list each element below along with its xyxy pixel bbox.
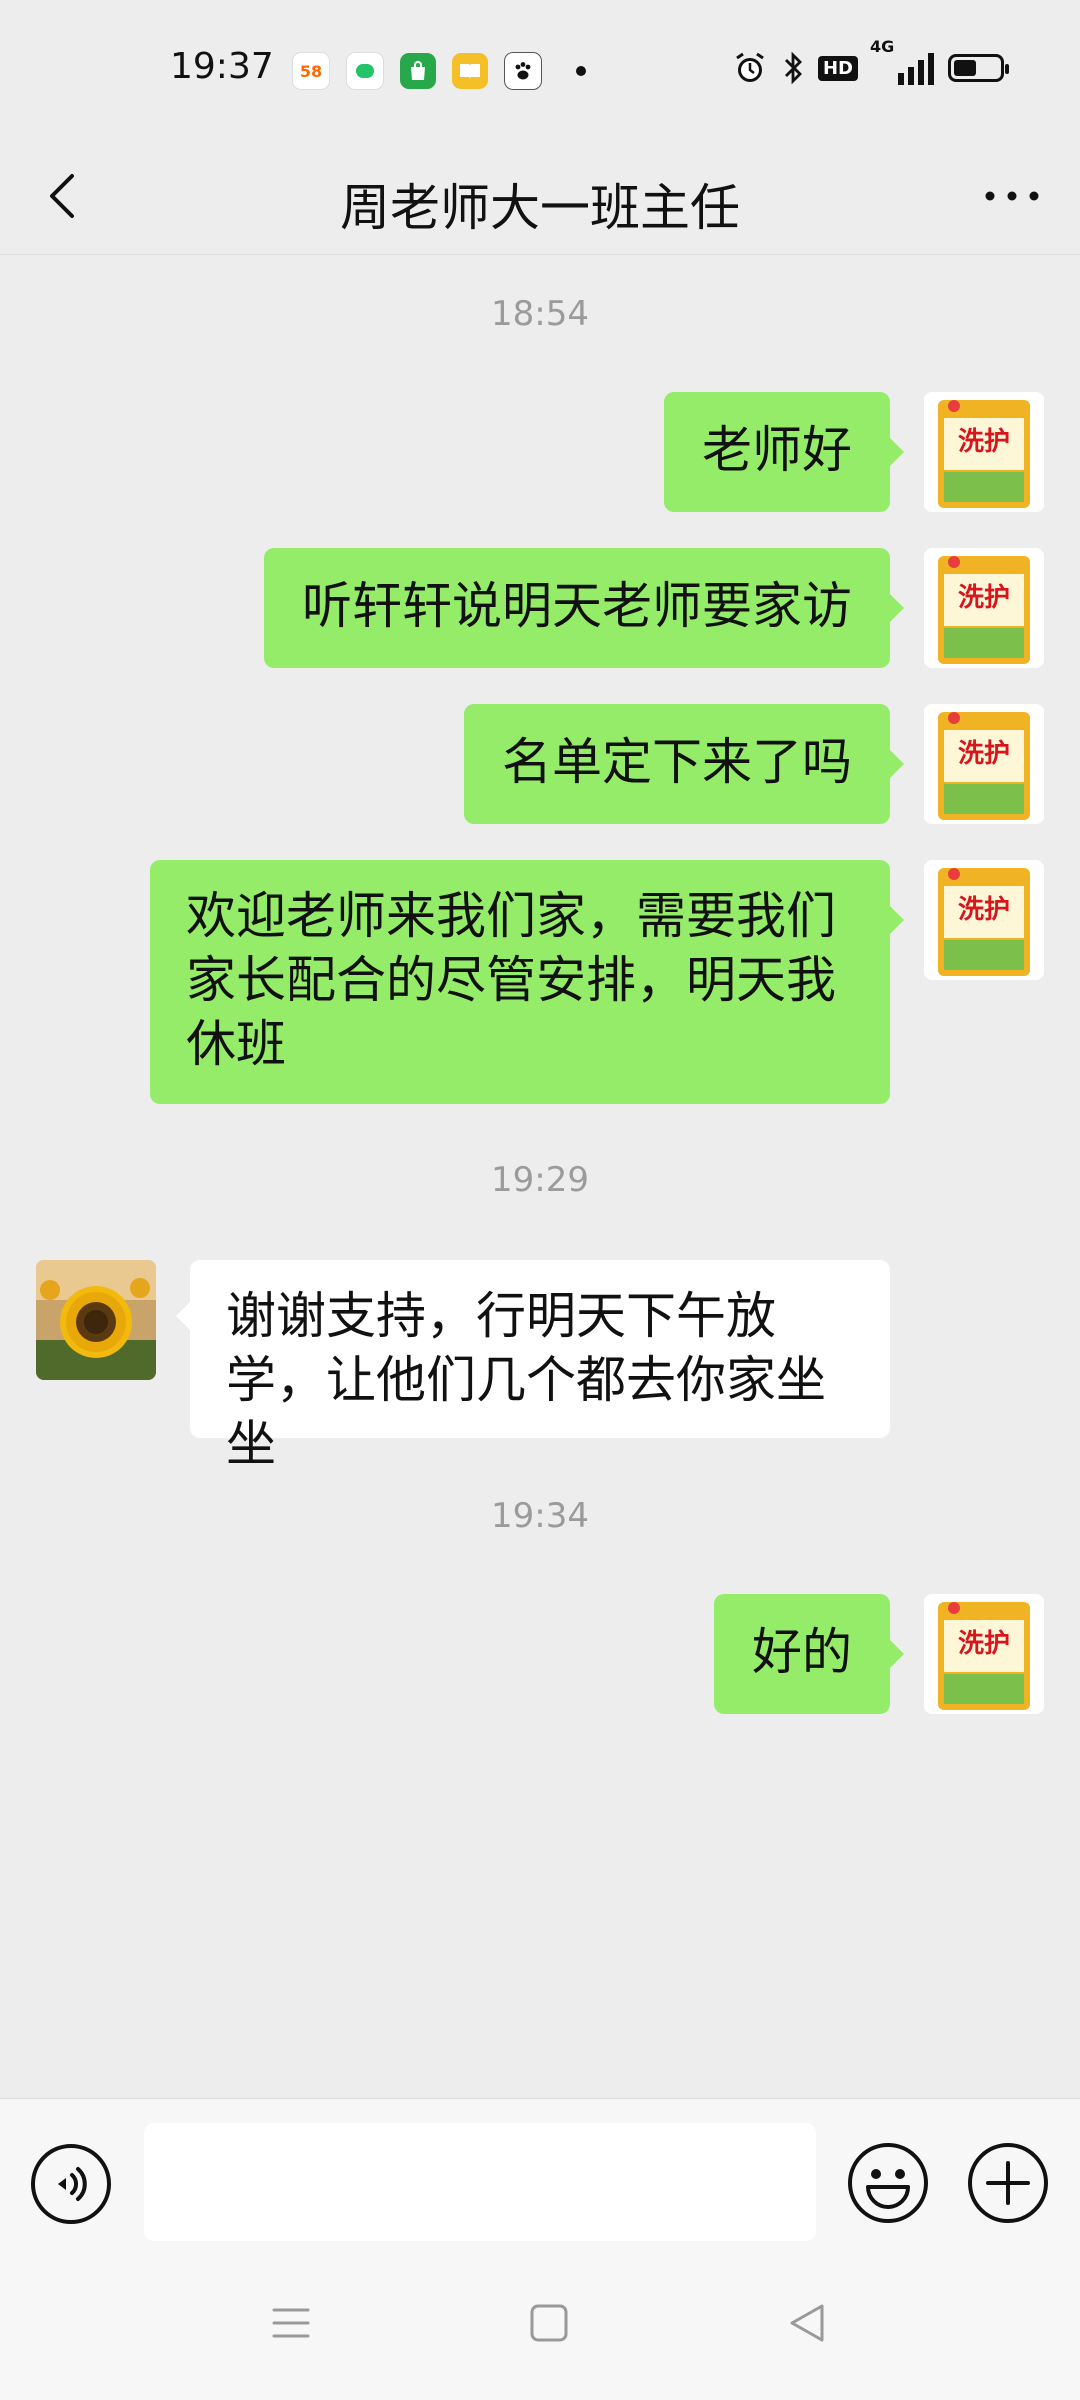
battery-icon [948, 54, 1009, 82]
message-input[interactable] [144, 2123, 816, 2241]
status-time: 19:37 [170, 46, 274, 87]
shopping-bag-icon [400, 53, 436, 89]
network-type-label: 4G [870, 37, 895, 56]
more-notifications-dot [576, 66, 586, 76]
more-dots-icon[interactable] [982, 170, 1042, 222]
message-bubble-sent[interactable]: 欢迎老师来我们家，需要我们家长配合的尽管安排，明天我休班 [150, 860, 904, 1104]
message-app-icon [346, 52, 384, 90]
message-bubble-sent[interactable]: 老师好 [664, 392, 904, 512]
system-status: HD 4G [732, 37, 1009, 86]
svg-text:洗护: 洗护 [958, 739, 1010, 769]
my-avatar[interactable]: 洗护 [924, 1594, 1044, 1714]
svg-text:洗护: 洗护 [958, 427, 1010, 457]
message-bubble-sent[interactable]: 好的 [714, 1594, 904, 1714]
my-avatar[interactable]: 洗护 [924, 704, 1044, 824]
hd-badge: HD [817, 55, 858, 81]
input-bar [0, 2098, 1080, 2249]
home-square-icon[interactable] [524, 2298, 574, 2348]
chat-header: 周老师大一班主任 [0, 140, 1080, 255]
58-app-icon: 58 [292, 52, 330, 90]
svg-text:洗护: 洗护 [958, 1629, 1010, 1659]
message-bubble-sent[interactable]: 听轩轩说明天老师要家访 [264, 548, 904, 668]
chat-title: 周老师大一班主任 [340, 179, 740, 237]
signal-icon: 4G [870, 37, 934, 85]
contact-avatar[interactable] [36, 1260, 156, 1380]
svg-text:洗护: 洗护 [958, 583, 1010, 613]
my-avatar[interactable]: 洗护 [924, 860, 1044, 980]
message-bubble-sent[interactable]: 名单定下来了吗 [464, 704, 904, 824]
book-app-icon [452, 53, 488, 89]
baidu-paw-icon [504, 52, 542, 90]
alarm-icon [736, 52, 764, 82]
my-avatar[interactable]: 洗护 [924, 392, 1044, 512]
back-triangle-icon[interactable] [782, 2298, 832, 2348]
my-avatar[interactable]: 洗护 [924, 548, 1044, 668]
system-nav-bar [0, 2248, 1080, 2400]
svg-text:洗护: 洗护 [958, 895, 1010, 925]
timestamp: 19:34 [491, 1496, 589, 1536]
timestamp: 19:29 [491, 1160, 589, 1200]
voice-icon[interactable] [30, 2143, 112, 2225]
menu-icon[interactable] [266, 2298, 316, 2348]
plus-icon[interactable] [966, 2141, 1050, 2225]
bluetooth-icon [784, 51, 802, 85]
message-bubble-received[interactable]: 谢谢支持，行明天下午放学，让他们几个都去你家坐坐 [176, 1260, 890, 1473]
notification-icons: 58 [292, 52, 586, 90]
status-bar: 19:37 58 HD 4G [0, 0, 1080, 140]
timestamp: 18:54 [491, 294, 589, 334]
emoji-icon[interactable] [846, 2141, 930, 2225]
